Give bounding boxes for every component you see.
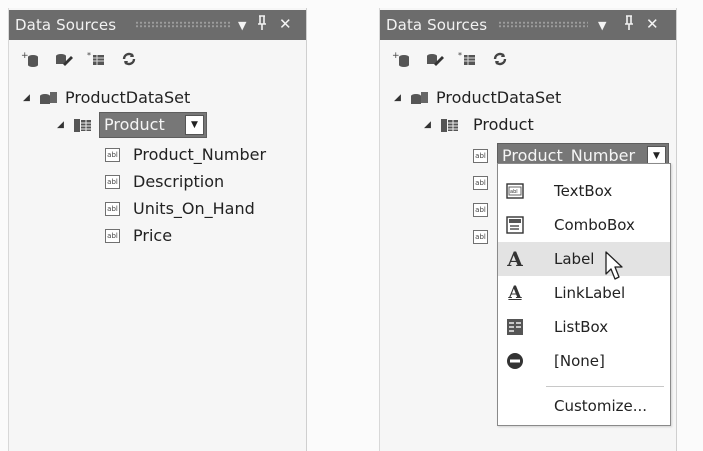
textbox-field-icon: abl (473, 176, 488, 190)
data-sources-panel-left: Data Sources ▼ ✕ + * ◢ ProductDataSet ◢ … (8, 8, 306, 451)
drag-grip[interactable] (135, 21, 231, 28)
chevron-down-icon[interactable]: ▼ (185, 115, 204, 135)
menu-item-label: [None] (554, 352, 605, 370)
field-row[interactable]: abl (473, 171, 493, 195)
textbox-field-icon: abl (105, 229, 120, 243)
field-row[interactable]: abl (473, 225, 493, 249)
svg-text:*: * (87, 51, 91, 60)
panel-edge (676, 8, 677, 451)
panel-toolbar: + * (9, 45, 169, 73)
edit-dataset-icon[interactable] (424, 50, 444, 72)
dataset-label: ProductDataSet (65, 88, 191, 107)
datagrid-icon (73, 118, 93, 137)
table-label: Product (473, 115, 534, 134)
svg-text:abl: abl (510, 189, 518, 195)
add-data-source-icon[interactable]: + (392, 50, 412, 72)
edit-dataset-icon[interactable] (53, 50, 73, 72)
field-label: Units_On_Hand (133, 199, 255, 218)
configure-dataset-icon[interactable]: * (458, 50, 478, 72)
field-label: Description (133, 172, 225, 191)
svg-text:+: + (21, 51, 29, 61)
textbox-field-icon: abl (473, 149, 488, 163)
pin-icon[interactable] (256, 15, 268, 35)
window-position-dropdown-icon[interactable]: ▼ (238, 17, 246, 35)
panel-titlebar[interactable]: Data Sources ▼ ✕ (9, 10, 306, 40)
drag-grip[interactable] (498, 21, 588, 28)
data-sources-panel-right: Data Sources ▼ ✕ + * ◢ ProductDataSet ◢ … (379, 8, 676, 451)
add-data-source-icon[interactable]: + (21, 50, 41, 72)
tree-node-dataset[interactable]: ◢ ProductDataSet (394, 86, 664, 110)
textbox-field-icon: abl (105, 202, 120, 216)
combobox-icon (506, 216, 524, 234)
menu-item-listbox[interactable]: ListBox (498, 310, 670, 344)
close-icon[interactable]: ✕ (279, 15, 292, 33)
field-label: Product_Number (133, 145, 267, 164)
field-row[interactable]: abl Product_Number (105, 143, 305, 167)
panel-title: Data Sources (386, 16, 488, 34)
menu-item-customize[interactable]: Customize... (498, 389, 670, 423)
field-row[interactable]: abl Description (105, 170, 305, 194)
panel-titlebar[interactable]: Data Sources ▼ ✕ (380, 10, 676, 40)
collapse-arrow-icon[interactable]: ◢ (424, 113, 436, 137)
menu-item-combobox[interactable]: ComboBox (498, 208, 670, 242)
menu-item-label: Customize... (554, 397, 648, 415)
menu-item-textbox[interactable]: abl TextBox (498, 174, 670, 208)
panel-title: Data Sources (15, 16, 117, 34)
field-row[interactable]: abl Price (105, 224, 305, 248)
none-icon (506, 352, 524, 370)
linklabel-icon: A (508, 283, 522, 303)
textbox-icon: abl (506, 182, 524, 200)
mouse-pointer-icon (605, 251, 625, 281)
menu-item-label: ListBox (554, 318, 609, 336)
dataset-icon (410, 91, 430, 110)
textbox-field-icon: abl (105, 175, 120, 189)
label-icon: A (507, 247, 523, 271)
panel-toolbar: + * (380, 45, 540, 73)
pin-icon[interactable] (623, 15, 635, 35)
table-label: Product (104, 115, 165, 134)
textbox-field-icon: abl (473, 230, 488, 244)
tree-node-table[interactable]: ◢ Product ▼ (57, 112, 277, 138)
tree-node-dataset[interactable]: ◢ ProductDataSet (23, 86, 303, 110)
collapse-arrow-icon[interactable]: ◢ (394, 86, 406, 110)
menu-item-linklabel[interactable]: A LinkLabel (498, 276, 670, 310)
refresh-icon[interactable] (119, 50, 139, 72)
menu-item-label: TextBox (554, 182, 613, 200)
field-label: Price (133, 226, 173, 245)
collapse-arrow-icon[interactable]: ◢ (23, 86, 35, 110)
menu-item-none[interactable]: [None] (498, 344, 670, 378)
tree-node-table[interactable]: ◢ Product (424, 113, 624, 137)
menu-item-label-control[interactable]: A Label (498, 242, 670, 276)
dataset-label: ProductDataSet (436, 88, 562, 107)
menu-item-label: Label (554, 250, 595, 268)
field-row[interactable]: abl Units_On_Hand (105, 197, 305, 221)
window-position-dropdown-icon[interactable]: ▼ (598, 17, 606, 35)
textbox-field-icon: abl (473, 203, 488, 217)
svg-text:*: * (458, 51, 462, 60)
field-row[interactable]: abl (473, 198, 493, 222)
configure-dataset-icon[interactable]: * (87, 50, 107, 72)
textbox-field-icon: abl (105, 148, 120, 162)
collapse-arrow-icon[interactable]: ◢ (57, 113, 69, 137)
refresh-icon[interactable] (490, 50, 510, 72)
dataset-icon (39, 91, 59, 110)
table-control-dropdown[interactable]: Product ▼ (99, 112, 207, 138)
menu-item-label: ComboBox (554, 216, 635, 234)
listbox-icon (506, 318, 524, 336)
panel-edge (306, 8, 307, 451)
svg-text:+: + (392, 51, 400, 61)
datagrid-icon (440, 118, 460, 137)
close-icon[interactable]: ✕ (646, 15, 659, 33)
control-type-menu: abl TextBox ComboBox A Label A LinkLabel… (497, 163, 671, 426)
menu-separator (546, 386, 664, 387)
menu-item-label: LinkLabel (554, 284, 626, 302)
